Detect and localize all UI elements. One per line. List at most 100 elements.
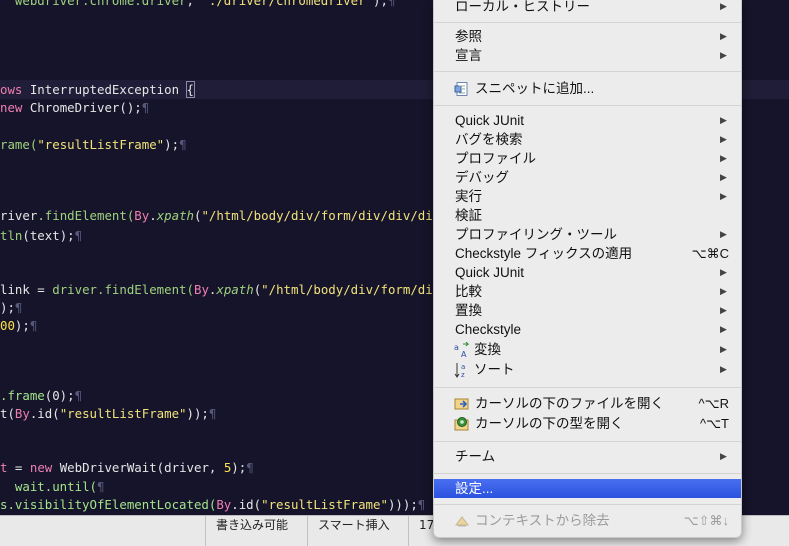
status-writable: 書き込み可能 xyxy=(205,516,307,546)
menu-item-convert[interactable]: aA 変換 ▶ xyxy=(434,340,741,359)
menu-item-label: 変換 xyxy=(474,342,501,357)
menu-item-label: Checkstyle フィックスの適用 xyxy=(455,246,633,261)
submenu-arrow-icon: ▶ xyxy=(720,267,727,277)
menu-item-label: カーソルの下のファイルを開く xyxy=(475,396,664,411)
menu-item-label: チーム xyxy=(455,449,496,464)
menu-item-checkstyle[interactable]: Checkstyle ▶ xyxy=(434,320,741,339)
menu-item-label: コンテキストから除去 xyxy=(475,513,610,528)
submenu-arrow-icon: ▶ xyxy=(720,229,727,239)
menu-separator xyxy=(434,441,741,442)
menu-item-label: バグを検索 xyxy=(455,132,523,147)
submenu-arrow-icon: ▶ xyxy=(720,31,727,41)
menu-item-label: カーソルの下の型を開く xyxy=(475,416,624,431)
menu-item-label: Checkstyle xyxy=(455,322,522,337)
menu-item-shortcut: ^⌥T xyxy=(699,416,729,431)
menu-item-label: ローカル・ヒストリー xyxy=(455,0,590,14)
menu-item-open-file-under-cursor[interactable]: カーソルの下のファイルを開く ^⌥R xyxy=(434,394,741,413)
menu-item-team[interactable]: チーム ▶ xyxy=(434,447,741,466)
open-file-icon xyxy=(454,396,470,412)
svg-text:a: a xyxy=(461,363,465,371)
menu-separator xyxy=(434,473,741,474)
submenu-arrow-icon: ▶ xyxy=(720,286,727,296)
menu-item-run[interactable]: 実行 ▶ xyxy=(434,187,741,206)
menu-item-label: 置換 xyxy=(455,303,482,318)
code-line: );¶ xyxy=(0,300,23,315)
menu-separator xyxy=(434,71,741,72)
code-line: t(By.id("resultListFrame"));¶ xyxy=(0,406,217,421)
submenu-arrow-icon: ▶ xyxy=(720,50,727,60)
svg-text:A: A xyxy=(461,350,467,358)
menu-item-profile[interactable]: プロファイル ▶ xyxy=(434,149,741,168)
menu-item-validate[interactable]: 検証 xyxy=(434,206,741,225)
menu-item-label: プロファイル xyxy=(455,151,536,166)
menu-separator xyxy=(434,22,741,23)
menu-item-shortcut: ⌥⇧⌘↓ xyxy=(683,513,729,528)
status-insert-mode: スマート挿入 xyxy=(307,516,408,546)
submenu-arrow-icon: ▶ xyxy=(720,305,727,315)
menu-item-shortcut: ⌥⌘C xyxy=(691,246,729,261)
menu-item-label: ソート xyxy=(474,362,515,377)
menu-item-debug[interactable]: デバッグ ▶ xyxy=(434,168,741,187)
code-line: new ChromeDriver();¶ xyxy=(0,100,150,115)
submenu-arrow-icon: ▶ xyxy=(720,115,727,125)
code-line: tln(text);¶ xyxy=(0,228,83,243)
menu-item-remove-from-context: コンテキストから除去 ⌥⇧⌘↓ xyxy=(434,511,741,530)
submenu-arrow-icon: ▶ xyxy=(720,364,727,374)
menu-item-label: スニペットに追加... xyxy=(475,81,595,96)
menu-item-references[interactable]: 参照 ▶ xyxy=(434,27,741,46)
submenu-arrow-icon: ▶ xyxy=(720,451,727,461)
submenu-arrow-icon: ▶ xyxy=(720,191,727,201)
code-line: rame("resultListFrame");¶ xyxy=(0,137,187,152)
sort-icon: az xyxy=(454,362,470,379)
remove-context-icon xyxy=(454,513,470,529)
menu-item-compare[interactable]: 比較 ▶ xyxy=(434,282,741,301)
menu-item-label: 設定... xyxy=(455,481,494,496)
menu-item-open-type-under-cursor[interactable]: カーソルの下の型を開く ^⌥T xyxy=(434,414,741,433)
menu-item-replace[interactable]: 置換 ▶ xyxy=(434,301,741,320)
code-line: .frame(0);¶ xyxy=(0,388,83,403)
menu-item-quick-junit[interactable]: Quick JUnit ▶ xyxy=(434,111,741,130)
menu-item-settings[interactable]: 設定... xyxy=(434,479,741,498)
menu-item-label: プロファイリング・ツール xyxy=(455,227,617,242)
code-line: webdriver.chrome.driver, "./driver/chrom… xyxy=(14,0,396,8)
submenu-arrow-icon: ▶ xyxy=(720,134,727,144)
context-menu: ローカル・ヒストリー ▶ 参照 ▶ 宣言 ▶ スニペットに追加... Quick… xyxy=(433,0,742,538)
menu-item-profiling-tools[interactable]: プロファイリング・ツール ▶ xyxy=(434,225,741,244)
menu-item-shortcut: ^⌥R xyxy=(698,396,729,411)
code-line: link = driver.findElement(By.xpath("/htm… xyxy=(0,282,463,297)
menu-item-label: 検証 xyxy=(455,208,482,223)
menu-item-label: 比較 xyxy=(455,284,482,299)
menu-item-label: Quick JUnit xyxy=(455,265,525,280)
code-line: s.visibilityOfElementLocated(By.id("resu… xyxy=(0,497,426,512)
menu-item-sort[interactable]: az ソート ▶ xyxy=(434,360,741,379)
submenu-arrow-icon: ▶ xyxy=(720,172,727,182)
menu-item-add-snippet[interactable]: スニペットに追加... xyxy=(434,79,741,98)
code-line: wait.until(¶ xyxy=(14,479,105,494)
svg-text:a: a xyxy=(454,343,459,352)
submenu-arrow-icon: ▶ xyxy=(720,153,727,163)
menu-separator xyxy=(434,387,741,388)
menu-item-declarations[interactable]: 宣言 ▶ xyxy=(434,46,741,65)
code-line: river.findElement(By.xpath("/html/body/d… xyxy=(0,208,463,223)
submenu-arrow-icon: ▶ xyxy=(720,1,727,11)
menu-separator xyxy=(434,105,741,106)
svg-text:z: z xyxy=(461,371,465,378)
menu-item-quick-junit-2[interactable]: Quick JUnit ▶ xyxy=(434,263,741,282)
menu-item-checkstyle-fix[interactable]: Checkstyle フィックスの適用 ⌥⌘C xyxy=(434,244,741,263)
menu-item-local-history[interactable]: ローカル・ヒストリー ▶ xyxy=(434,0,741,16)
menu-item-label: デバッグ xyxy=(455,170,509,185)
menu-item-label: 宣言 xyxy=(455,48,482,63)
submenu-arrow-icon: ▶ xyxy=(720,344,727,354)
text-cursor xyxy=(193,83,195,98)
open-type-icon xyxy=(454,416,470,432)
convert-icon: aA xyxy=(454,341,470,359)
menu-separator xyxy=(434,504,741,505)
menu-item-label: Quick JUnit xyxy=(455,113,525,128)
menu-item-label: 実行 xyxy=(455,189,482,204)
menu-item-label: 参照 xyxy=(455,29,482,44)
submenu-arrow-icon: ▶ xyxy=(720,324,727,334)
snippet-icon xyxy=(454,81,470,97)
menu-item-find-bugs[interactable]: バグを検索 ▶ xyxy=(434,130,741,149)
code-line: t = new WebDriverWait(driver, 5);¶ xyxy=(0,460,254,475)
code-line: 00);¶ xyxy=(0,318,38,333)
